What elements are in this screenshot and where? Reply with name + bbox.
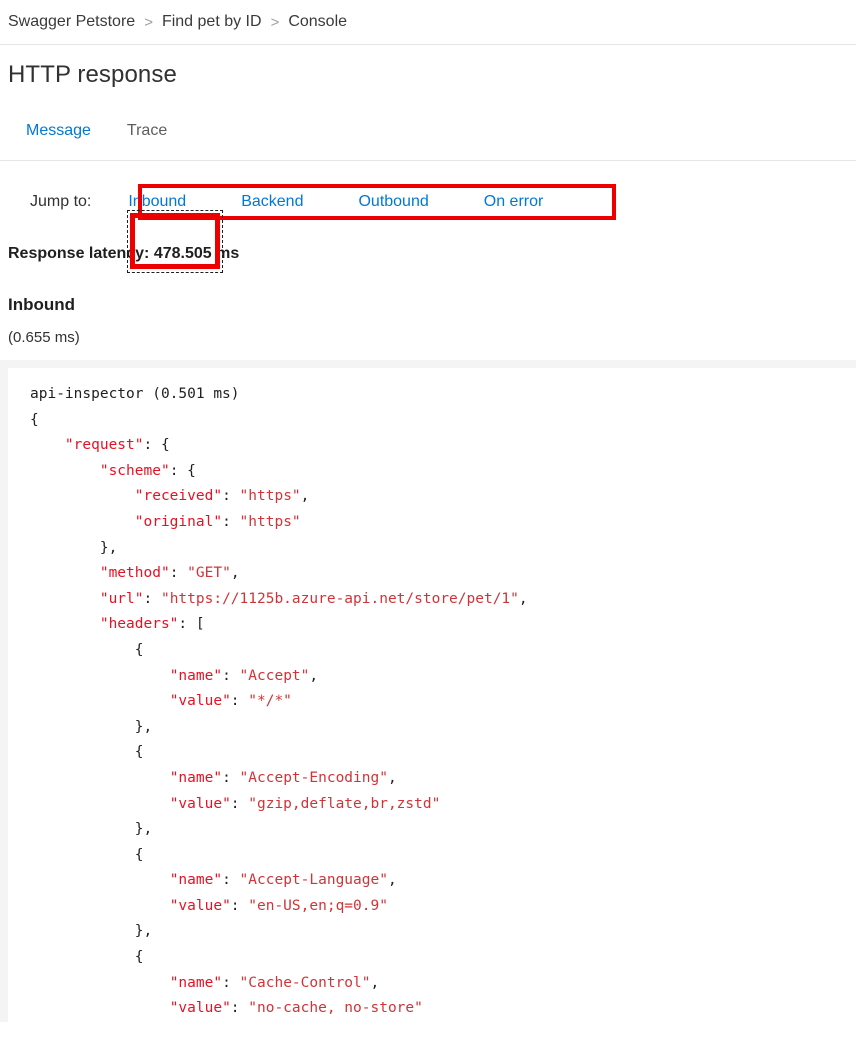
jump-link-on-error[interactable]: On error xyxy=(484,193,544,211)
tab-message[interactable]: Message xyxy=(8,103,109,159)
breadcrumb-separator-icon: > xyxy=(271,14,280,31)
trace-code-panel[interactable]: api-inspector (0.501 ms) { "request": { … xyxy=(8,368,856,1022)
section-title-inbound: Inbound xyxy=(0,295,856,315)
breadcrumb-separator-icon: > xyxy=(144,14,153,31)
jump-link-outbound[interactable]: Outbound xyxy=(358,193,428,211)
tab-bar: Message Trace xyxy=(0,103,856,161)
tab-trace-focus-ring xyxy=(127,210,223,273)
tab-trace[interactable]: Trace xyxy=(109,103,185,159)
breadcrumb: Swagger Petstore > Find pet by ID > Cons… xyxy=(0,0,856,45)
page-title: HTTP response xyxy=(0,45,856,89)
jump-link-backend[interactable]: Backend xyxy=(241,193,303,211)
trace-json-content: api-inspector (0.501 ms) { "request": { … xyxy=(30,382,856,1022)
jump-to-label: Jump to: xyxy=(30,193,91,211)
breadcrumb-item-api[interactable]: Swagger Petstore xyxy=(8,13,135,31)
breadcrumb-item-operation[interactable]: Find pet by ID xyxy=(162,13,262,31)
jump-to-row: Jump to: Inbound Backend Outbound On err… xyxy=(0,185,856,219)
response-latency: Response latency: 478.505 ms xyxy=(0,245,856,263)
jump-link-inbound[interactable]: Inbound xyxy=(128,193,186,211)
trace-code-block: api-inspector (0.501 ms) { "request": { … xyxy=(0,360,856,1022)
jump-to-links: Inbound Backend Outbound On error xyxy=(128,193,543,211)
breadcrumb-item-console[interactable]: Console xyxy=(288,13,347,31)
tab-divider xyxy=(0,160,856,161)
section-duration-inbound: (0.655 ms) xyxy=(0,329,856,346)
